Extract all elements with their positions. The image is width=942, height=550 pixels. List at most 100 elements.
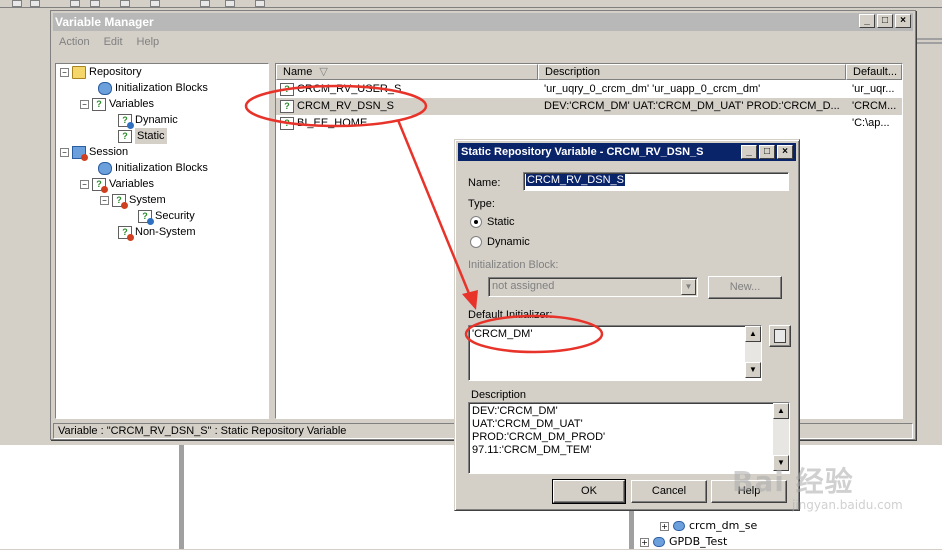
system-variable-icon: ? <box>112 193 128 209</box>
tree-node-repository[interactable]: − Repository <box>60 64 142 80</box>
window-controls: _ □ × <box>859 14 911 28</box>
static-variable-icon: ? <box>280 117 294 130</box>
column-header-name[interactable]: Name ▽ <box>276 64 538 80</box>
session-variable-icon: ? <box>92 177 108 193</box>
table-row[interactable]: ? CRCM_RV_DSN_S DEV:'CRCM_DM' UAT:'CRCM_… <box>276 98 902 115</box>
toolbar-icon[interactable] <box>70 0 80 7</box>
close-button[interactable]: × <box>777 145 793 159</box>
dialog-titlebar[interactable]: Static Repository Variable - CRCM_RV_DSN… <box>458 143 796 161</box>
column-header-default[interactable]: Default... <box>846 64 902 80</box>
tree-node-repo-init-blocks[interactable]: Initialization Blocks <box>98 80 208 96</box>
window-scrollbar[interactable] <box>903 63 913 419</box>
cell-description: 'ur_uqry_0_crcm_dm' 'ur_uapp_0_crcm_dm' <box>544 83 761 95</box>
name-field[interactable]: CRCM_RV_DSN_S <box>523 172 789 191</box>
scroll-up-icon[interactable]: ▲ <box>745 326 761 342</box>
background-splitter[interactable] <box>178 445 184 549</box>
expand-icon[interactable]: + <box>660 521 669 531</box>
init-block-icon <box>98 81 112 95</box>
background-tree: + crcm_dm_se + GPDB_Test <box>640 518 840 550</box>
menu-action[interactable]: Action <box>59 33 90 51</box>
initializer-scrollbar[interactable]: ▲ ▼ <box>745 326 761 378</box>
init-block-label: Initialization Block: <box>468 259 559 271</box>
type-dynamic-radio[interactable]: Dynamic <box>470 236 530 248</box>
table-row[interactable]: ? BI_EE_HOME 'C:\ap... <box>276 115 902 132</box>
collapse-icon[interactable]: − <box>80 99 89 109</box>
default-initializer-value: 'CRCM_DM' <box>472 328 533 340</box>
toolbar-icon[interactable] <box>150 0 160 7</box>
menu-help[interactable]: Help <box>137 33 160 51</box>
maximize-button[interactable]: □ <box>759 145 775 159</box>
close-button[interactable]: × <box>895 14 911 28</box>
radio-label: Dynamic <box>487 236 530 248</box>
maximize-button[interactable]: □ <box>877 14 893 28</box>
expand-icon[interactable]: + <box>640 537 649 547</box>
cancel-button[interactable]: Cancel <box>631 480 707 503</box>
window-title: Variable Manager <box>55 15 154 29</box>
chevron-down-icon[interactable]: ▼ <box>681 279 696 295</box>
menu-edit[interactable]: Edit <box>104 33 123 51</box>
radio-label: Static <box>487 216 515 228</box>
collapse-icon[interactable]: − <box>60 147 69 157</box>
default-initializer-field[interactable]: 'CRCM_DM' ▲ ▼ <box>468 325 762 381</box>
toolbar-icon[interactable] <box>12 0 22 7</box>
column-label: Name <box>283 66 313 78</box>
tree-node-sess-variables[interactable]: − ? Variables <box>80 176 155 193</box>
table-row[interactable]: ? CRCM_RV_USER_S 'ur_uqry_0_crcm_dm' 'ur… <box>276 81 902 98</box>
column-header-description[interactable]: Description <box>538 64 846 80</box>
toolbar-icon[interactable] <box>225 0 235 7</box>
radio-selected-icon <box>470 216 482 228</box>
tree-node-sess-init-blocks[interactable]: Initialization Blocks <box>98 160 208 176</box>
cell-name: ? BI_EE_HOME <box>280 115 538 132</box>
cell-text: CRCM_RV_USER_S <box>297 83 402 95</box>
tree-label: System <box>129 194 166 206</box>
toolbar-icon[interactable] <box>200 0 210 7</box>
watermark: Bai 经验 jingyan.baidu.com <box>732 460 903 512</box>
cell-text: BI_EE_HOME <box>297 117 368 129</box>
collapse-icon[interactable]: − <box>60 67 69 77</box>
cell-name: ? CRCM_RV_DSN_S <box>280 98 538 115</box>
tree-node-dynamic[interactable]: ? Dynamic <box>118 112 178 129</box>
collapse-icon[interactable]: − <box>100 195 109 205</box>
divider <box>912 38 942 40</box>
dynamic-variable-icon: ? <box>118 113 134 129</box>
tree-item[interactable]: + GPDB_Test <box>640 534 840 550</box>
init-block-value: not assigned <box>492 280 555 292</box>
tree-node-session[interactable]: − Session <box>60 144 128 161</box>
tree-label: Variables <box>109 178 155 190</box>
init-block-select[interactable]: not assigned ▼ <box>488 277 698 297</box>
toolbar-icon[interactable] <box>120 0 130 7</box>
default-initializer-label: Default Initializer: <box>468 309 553 321</box>
scroll-up-icon[interactable]: ▲ <box>773 403 789 419</box>
description-line: 97.11:'CRCM_DM_TEM' <box>472 444 592 456</box>
new-init-block-button[interactable]: New... <box>708 276 782 299</box>
tree-node-security[interactable]: ? Security <box>138 208 195 225</box>
ok-button[interactable]: OK <box>552 479 626 504</box>
toolbar-icon[interactable] <box>30 0 40 7</box>
tree-label: Initialization Blocks <box>115 82 208 94</box>
tree-node-static[interactable]: ? Static <box>118 128 167 144</box>
watermark-text: Bai 经验 <box>732 465 854 498</box>
minimize-button[interactable]: _ <box>741 145 757 159</box>
collapse-icon[interactable]: − <box>80 179 89 189</box>
toolbar-icon[interactable] <box>255 0 265 7</box>
type-static-radio[interactable]: Static <box>470 216 515 228</box>
minimize-button[interactable]: _ <box>859 14 875 28</box>
tree-node-non-system[interactable]: ? Non-System <box>118 224 196 241</box>
static-variable-dialog: Static Repository Variable - CRCM_RV_DSN… <box>454 139 800 511</box>
tree-label: Dynamic <box>135 114 178 126</box>
tree-node-repo-variables[interactable]: − ? Variables <box>80 96 154 112</box>
window-titlebar[interactable]: Variable Manager _ □ × <box>53 13 913 31</box>
dialog-title: Static Repository Variable - CRCM_RV_DSN… <box>461 146 704 158</box>
expression-builder-button[interactable] <box>769 325 791 347</box>
scroll-down-icon[interactable]: ▼ <box>745 362 761 378</box>
toolbar-icon[interactable] <box>90 0 100 7</box>
variable-icon: ? <box>92 97 106 111</box>
tree-node-system[interactable]: − ? System <box>100 192 166 209</box>
name-value: CRCM_RV_DSN_S <box>526 174 625 186</box>
tree-item-label: crcm_dm_se <box>689 519 758 532</box>
background-toolbar <box>0 0 942 8</box>
static-variable-icon: ? <box>280 100 294 113</box>
tree-item[interactable]: + crcm_dm_se <box>640 518 840 534</box>
description-line: PROD:'CRCM_DM_PROD' <box>472 431 606 443</box>
security-variable-icon: ? <box>138 209 154 225</box>
